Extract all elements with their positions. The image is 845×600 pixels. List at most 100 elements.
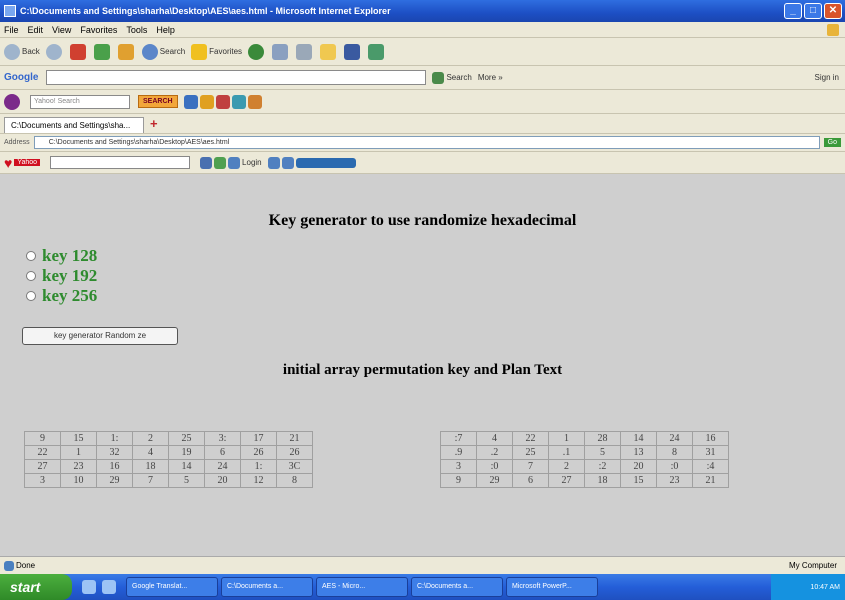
table-cell: 23 xyxy=(656,473,693,488)
tab-active[interactable]: C:\Documents and Settings\sha... xyxy=(4,116,144,133)
stop-icon xyxy=(69,43,86,60)
table-cell: :4 xyxy=(692,459,729,474)
toolbar-icon-5[interactable] xyxy=(281,156,294,169)
messenger-icon xyxy=(368,43,385,60)
table-cell: 23 xyxy=(60,459,97,474)
address-input[interactable]: C:\Documents and Settings\sharha\Desktop… xyxy=(33,136,820,149)
windows-logo-icon xyxy=(827,23,839,36)
table-cell: 22 xyxy=(512,431,549,446)
key-generator-button[interactable]: key generator Random ze xyxy=(22,327,178,345)
table-cell: 3 xyxy=(24,473,61,488)
table-cell: 10 xyxy=(60,473,97,488)
google-search-input[interactable] xyxy=(46,70,427,85)
toolbar-icon-1[interactable] xyxy=(200,156,213,169)
taskbar-item[interactable]: AES - Micro... xyxy=(316,577,408,597)
table-cell: 27 xyxy=(24,459,61,474)
forward-button[interactable] xyxy=(45,43,64,60)
page-icon xyxy=(4,560,14,571)
table-cell: 17 xyxy=(240,431,277,446)
standard-toolbar: Back Search Favorites xyxy=(0,38,845,66)
home-button[interactable] xyxy=(117,43,136,60)
news-icon[interactable] xyxy=(215,94,230,109)
menu-edit[interactable]: Edit xyxy=(28,25,44,35)
back-arrow-icon xyxy=(4,43,20,60)
table-cell: :7 xyxy=(440,431,477,446)
table-cell: 7 xyxy=(132,473,169,488)
table-cell: 6 xyxy=(512,473,549,488)
table-cell: 18 xyxy=(584,473,621,488)
radio-label: key 192 xyxy=(42,266,98,285)
menu-view[interactable]: View xyxy=(52,25,71,35)
google-search-button[interactable]: Search xyxy=(432,71,472,84)
radio-label: key 256 xyxy=(42,286,98,305)
history-button[interactable] xyxy=(248,43,266,60)
menu-help[interactable]: Help xyxy=(156,25,175,35)
table-cell: 15 xyxy=(620,473,657,488)
table-cell: 26 xyxy=(276,445,313,460)
yahoo-brand[interactable]: Yahoo xyxy=(14,159,41,166)
back-label: Back xyxy=(22,47,40,56)
minimize-button[interactable]: _ xyxy=(784,3,802,19)
table-cell: 9 xyxy=(440,473,477,488)
table-row: 9 29 6 27 18 15 23 21 xyxy=(440,473,729,488)
answers-icon[interactable] xyxy=(231,94,246,109)
google-search-icon xyxy=(432,71,445,84)
taskbar-item[interactable]: C:\Documents a... xyxy=(411,577,503,597)
table-row: 9 15 1: 2 25 3: 17 21 xyxy=(24,431,313,446)
start-button[interactable]: start xyxy=(0,574,72,600)
go-button[interactable]: Go xyxy=(823,138,841,147)
maximize-button[interactable]: □ xyxy=(804,3,822,19)
stop-button[interactable] xyxy=(69,43,88,60)
yahoo-toolbar-search-input[interactable] xyxy=(50,156,191,169)
radio-key-128[interactable]: key 128 xyxy=(26,246,97,266)
favorites-button[interactable]: Favorites xyxy=(191,43,242,60)
menu-favorites[interactable]: Favorites xyxy=(80,25,117,35)
new-tab-button[interactable]: + xyxy=(150,116,158,131)
table-cell: 4 xyxy=(132,445,169,460)
toolbar-icon-3[interactable] xyxy=(228,156,241,169)
refresh-button[interactable] xyxy=(93,43,112,60)
quick-launch-icon[interactable] xyxy=(82,580,96,594)
bookmarks-icon[interactable] xyxy=(183,94,198,109)
word-button[interactable] xyxy=(344,43,362,60)
login-button[interactable]: Login xyxy=(242,158,262,167)
table-row: 22 1 32 4 19 6 26 26 xyxy=(24,445,313,460)
table-cell: 13 xyxy=(620,445,657,460)
taskbar-item[interactable]: Microsoft PowerP... xyxy=(506,577,598,597)
close-button[interactable]: ✕ xyxy=(824,3,842,19)
table-row: 3 10 29 7 5 20 12 8 xyxy=(24,473,313,488)
address-bar: Address C:\Documents and Settings\sharha… xyxy=(0,134,845,152)
radio-key-256[interactable]: key 256 xyxy=(26,286,97,306)
word-icon xyxy=(344,43,361,60)
mail-icon[interactable] xyxy=(199,94,214,109)
yahoo-search-button[interactable]: SEARCH xyxy=(138,95,178,108)
mail-button[interactable] xyxy=(272,43,290,60)
menu-tools[interactable]: Tools xyxy=(126,25,147,35)
table-row: .9.2 25.1 5 13 8 31 xyxy=(440,445,729,460)
radio-key-192[interactable]: key 192 xyxy=(26,266,97,286)
shopping-icon[interactable] xyxy=(247,94,262,109)
folder-button[interactable] xyxy=(320,43,338,60)
toolbar-icon-4[interactable] xyxy=(267,156,280,169)
toolbar-progress-icon xyxy=(295,157,356,168)
google-signin-button[interactable]: Sign in xyxy=(815,73,839,82)
menu-bar: File Edit View Favorites Tools Help xyxy=(0,22,845,38)
google-more-button[interactable]: More » xyxy=(478,73,503,82)
print-button[interactable] xyxy=(296,43,314,60)
taskbar-item[interactable]: Google Translat... xyxy=(126,577,218,597)
yahoo-search-input[interactable]: Yahoo! Search xyxy=(30,94,130,109)
taskbar-item[interactable]: C:\Documents a... xyxy=(221,577,313,597)
table-cell: 1: xyxy=(240,459,277,474)
table-cell: 24 xyxy=(656,431,693,446)
table-cell: 14 xyxy=(620,431,657,446)
menu-file[interactable]: File xyxy=(4,25,19,35)
radio-circle-icon xyxy=(26,271,36,281)
table-cell: 6 xyxy=(204,445,241,460)
table-cell: 21 xyxy=(276,431,313,446)
search-button[interactable]: Search xyxy=(141,43,185,60)
quick-launch-icon[interactable] xyxy=(102,580,116,594)
messenger-button[interactable] xyxy=(368,43,386,60)
table-cell: :2 xyxy=(584,459,621,474)
toolbar-icon-2[interactable] xyxy=(214,156,227,169)
back-button[interactable]: Back xyxy=(4,43,40,60)
